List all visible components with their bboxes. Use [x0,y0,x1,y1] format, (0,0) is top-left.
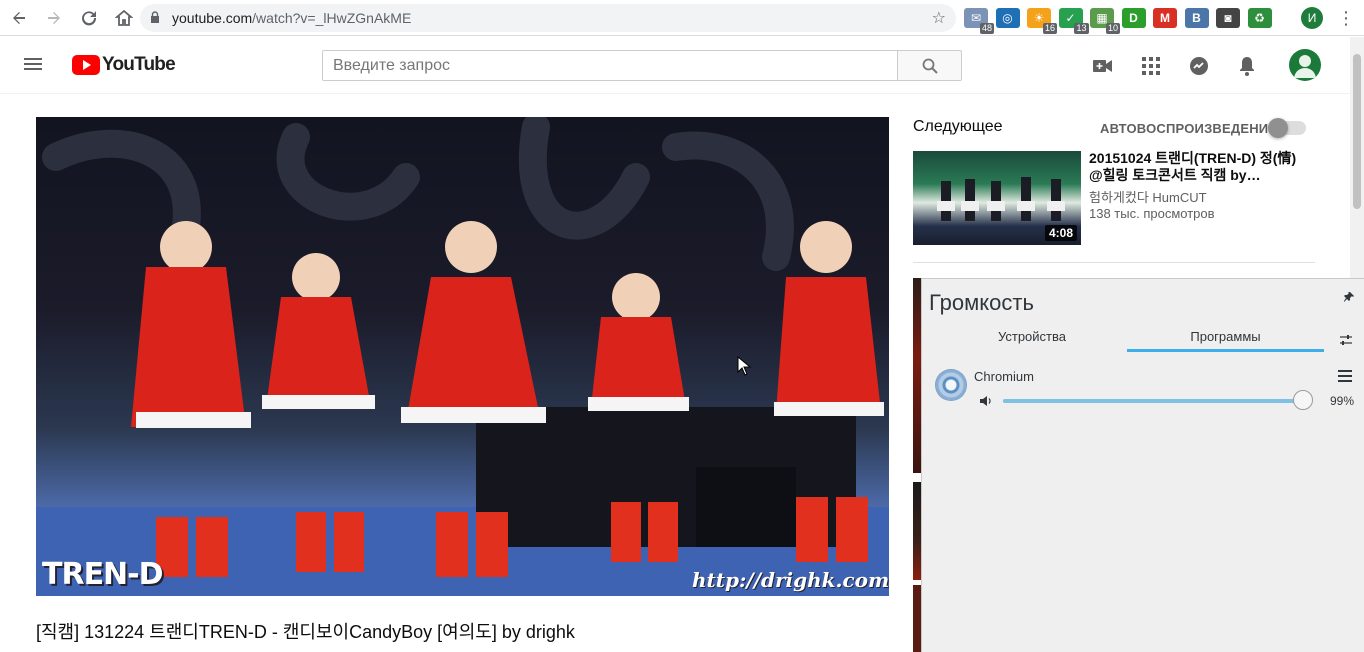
hamburger-menu-icon[interactable] [24,55,48,75]
recommended-video-views: 138 тыс. просмотров [1089,206,1215,221]
chromium-app-icon [935,369,967,401]
search-button[interactable] [897,50,962,81]
recycle-icon[interactable]: ♻ [1247,8,1272,28]
recommended-video-channel[interactable]: 험하게컸다 HumCUT [1089,187,1207,206]
active-tab-indicator [1127,349,1324,352]
volume-slider-handle[interactable] [1292,390,1313,410]
speed-dial-icon-glyph: ◎ [1002,11,1013,25]
address-bar[interactable]: youtube.com/watch?v=_lHwZGnAkME ☆ [140,4,956,32]
tab-devices[interactable]: Устройства [952,329,1112,344]
user-avatar[interactable] [1289,49,1321,81]
mail-extension-icon[interactable]: ✉ 48 [964,8,994,34]
extension-badge: 13 [1074,23,1089,34]
url-text: youtube.com/watch?v=_lHwZGnAkME [172,10,411,26]
speed-dial-icon[interactable]: ◎ [995,8,1020,28]
settings-sliders-icon[interactable] [1339,333,1353,347]
recommended-video-title[interactable]: 20151024 트랜디(TREN-D) 정(情) @힐링 토크콘서트 직캠 b… [1089,150,1304,184]
vk-icon-glyph: B [1192,11,1201,25]
forward-icon[interactable] [38,2,70,34]
up-next-heading: Следующее [913,118,1003,135]
messages-icon[interactable] [1187,55,1211,77]
home-icon[interactable] [108,2,140,34]
video-frame [36,117,889,596]
video-watermark-right: http://drighk.com [692,568,889,592]
bookmark-star-icon[interactable]: ☆ [932,8,946,28]
lock-icon [150,10,162,26]
back-icon[interactable] [3,2,35,34]
extension-badge: 48 [979,23,994,34]
volume-slider-fill [1003,399,1303,403]
volume-percent: 99% [1330,394,1355,408]
extension-badge: 16 [1042,23,1057,34]
volume-slider[interactable] [1003,390,1313,410]
pocket-icon-glyph: D [1129,11,1138,25]
app-name: Chromium [974,369,1034,384]
weather-icon[interactable]: ☀ 16 [1027,8,1057,34]
extension-icons: ✉ 48 ◎ ☀ 16 ✓ 13 ▦ 10 D M B ◙ ♻ [964,6,1279,34]
camera-icon[interactable]: ◙ [1216,8,1240,28]
url-path: /watch?v=_lHwZGnAkME [252,10,412,26]
gmail-icon-glyph: M [1160,11,1170,25]
recycle-icon-glyph: ♻ [1254,11,1265,25]
recommended-video-thumbnail[interactable]: 4:08 [913,151,1081,245]
autoplay-toggle[interactable] [1268,118,1306,138]
app-options-menu-icon[interactable] [1338,370,1352,382]
shield-icon[interactable]: ✓ 13 [1058,8,1089,34]
recommendations-divider [913,262,1315,263]
volume-panel: Громкость Устройства Программы Chromium … [921,278,1364,652]
volume-panel-title: Громкость [929,290,1034,315]
speaker-mute-toggle-icon[interactable] [979,394,993,408]
gmail-icon[interactable]: M [1153,8,1177,28]
scrollbar-thumb[interactable] [1353,54,1361,209]
search-icon [922,58,938,74]
recommended-video-duration: 4:08 [1044,225,1077,241]
browser-toolbar: youtube.com/watch?v=_lHwZGnAkME ☆ ✉ 48 ◎ ☀ 1… [0,0,1364,36]
browser-profile-avatar[interactable]: И [1301,7,1323,29]
tab-applications[interactable]: Программы [1127,329,1324,344]
vk-icon[interactable]: B [1184,8,1209,28]
reload-icon[interactable] [73,2,105,34]
apps-grid-icon[interactable] [1139,55,1163,77]
extension-badge: 10 [1105,23,1120,34]
camera-icon-glyph: ◙ [1224,11,1232,25]
search-input[interactable] [323,51,897,80]
search-box [322,50,898,81]
pin-icon[interactable] [1344,292,1354,305]
video-title: [직캠] 131224 트랜디TREN-D - 캔디보이CandyBoy [여의… [36,622,575,642]
youtube-play-icon [72,55,100,75]
mouse-cursor-icon [737,356,751,376]
youtube-logo-text: YouTube [102,54,176,75]
autoplay-label: АВТОВОСПРОИЗВЕДЕНИЕ [1100,121,1278,136]
youtube-logo[interactable]: YouTube [72,54,176,76]
video-watermark-left: TREN-D [42,557,164,592]
url-domain: youtube.com [172,10,253,26]
calendar-icon[interactable]: ▦ 10 [1090,8,1120,34]
autoplay-toggle-knob[interactable] [1268,118,1288,138]
browser-menu-icon[interactable]: ⋮ [1336,6,1356,30]
video-player[interactable]: TREN-D http://drighk.com [36,117,889,596]
create-video-icon[interactable] [1091,55,1115,77]
pocket-icon[interactable]: D [1121,8,1146,28]
notifications-bell-icon[interactable] [1235,55,1259,77]
youtube-header: YouTube [0,37,1350,93]
